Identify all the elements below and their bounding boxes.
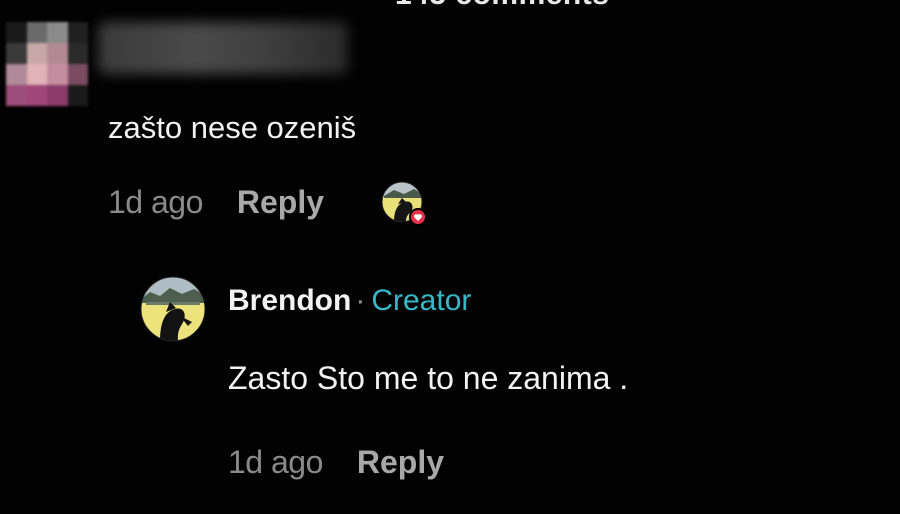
- reply-meta: 1d ago Reply: [228, 444, 444, 481]
- reply-text: Zasto Sto me to ne zanima .: [228, 360, 629, 396]
- reply-author-name[interactable]: Brendon: [228, 284, 351, 318]
- creator-avatar[interactable]: [140, 276, 206, 342]
- comment-reply-button[interactable]: Reply: [237, 184, 324, 221]
- reply-timestamp: 1d ago: [228, 444, 323, 480]
- comment-count-header: 145 comments: [395, 0, 609, 12]
- comment-meta: 1d ago Reply: [108, 184, 324, 221]
- commenter-avatar[interactable]: [6, 22, 88, 106]
- comment-text: zašto nese ozeniš: [108, 110, 357, 145]
- creator-badge: Creator: [371, 284, 472, 317]
- reply-author-line: Brendon · Creator: [228, 284, 471, 318]
- comments-screen: 145 comments zašto nese ozeniš 1d ago Re…: [0, 0, 900, 514]
- creator-liked-heart-icon: [381, 181, 427, 226]
- commenter-name-redacted[interactable]: [98, 22, 348, 74]
- name-separator: ·: [355, 284, 366, 317]
- comment-timestamp: 1d ago: [108, 184, 203, 220]
- reply-reply-button[interactable]: Reply: [357, 444, 444, 481]
